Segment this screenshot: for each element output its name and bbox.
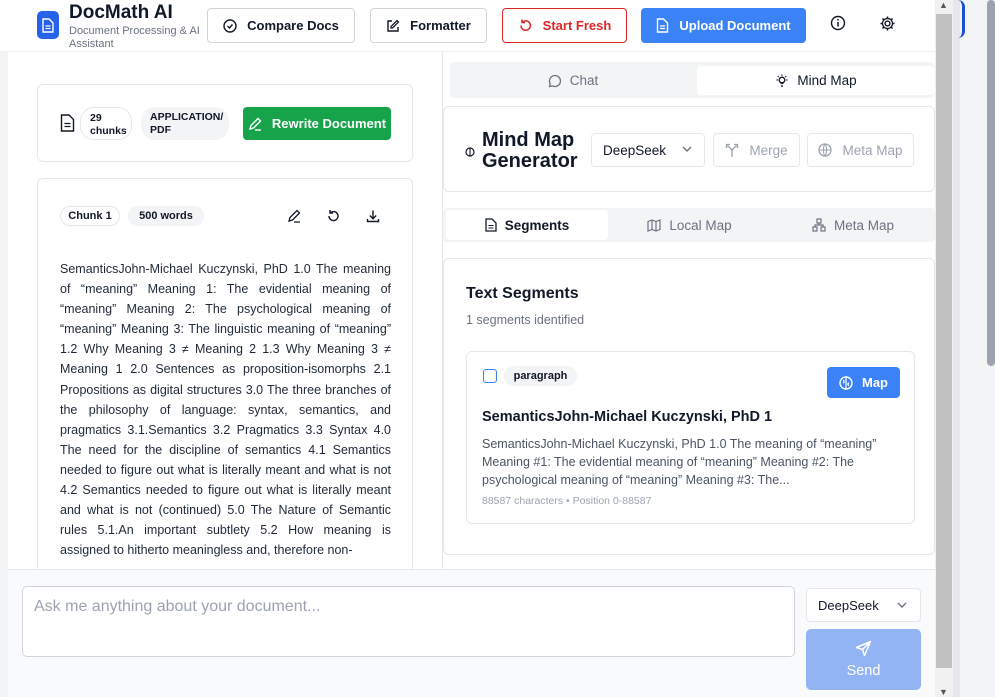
chunks-label: chunks [90,125,127,137]
app-page: DocMath AI Document Processing & AI Assi… [0,0,935,697]
meta-map-label: Meta Map [842,142,903,158]
start-fresh-button[interactable]: Start Fresh [502,8,627,43]
tab-meta-map[interactable]: Meta Map [771,210,935,240]
floating-circle-edge [958,0,965,38]
chat-model-select[interactable]: DeepSeek [806,588,921,622]
text-segments-card: Text Segments 1 segments identified para… [443,258,935,555]
segment-type-badge: paragraph [504,366,577,386]
tab-meta-map-label: Meta Map [833,217,895,233]
document-info-card: 29 chunks APPLICATION/ PDF Rewrite Docum… [37,84,413,162]
compare-docs-label: Compare Docs [247,18,339,33]
merge-label: Merge [749,142,788,158]
merge-icon [726,143,739,157]
segment-meta: 88587 characters • Position 0-88587 [482,495,652,507]
segment-map-button[interactable]: Map [827,367,900,398]
background-area [960,0,995,697]
app-header: DocMath AI Document Processing & AI Assi… [0,0,935,52]
chat-input-bar: Ask me anything about your document... D… [8,569,935,697]
segment-map-label: Map [862,375,888,390]
brain-icon [839,375,853,390]
word-count-badge: 500 words [128,206,204,226]
file-type-line1: APPLICATION/ [150,111,224,123]
segment-item: paragraph Map SemanticsJohn-Michael Kucz… [466,351,915,524]
chunk-text: SemanticsJohn-Michael Kuczynski, PhD 1.0… [60,262,391,558]
segments-count: 1 segments identified [466,313,585,327]
page-scrollbar-thumb[interactable] [936,14,952,668]
window-left-edge [0,52,8,697]
file-text-icon [60,114,75,137]
chat-input[interactable]: Ask me anything about your document... [22,586,795,657]
tab-segments-label: Segments [504,217,570,233]
info-icon[interactable] [829,14,847,32]
upload-document-button[interactable]: Upload Document [641,8,806,43]
send-button[interactable]: Send [806,629,921,690]
document-logo-icon [37,11,59,39]
scroll-down-arrow-icon[interactable]: ▼ [939,687,948,697]
tab-local-map[interactable]: Local Map [608,210,771,240]
rotate-ccw-icon [519,19,531,31]
pencil-icon [248,117,262,131]
file-type-badge: APPLICATION/ PDF [141,107,229,140]
map-icon [647,218,661,232]
mind-map-title-line2: Generator [482,150,578,172]
send-icon [855,640,872,657]
formatter-label: Formatter [410,18,471,33]
tab-mind-map-label: Mind Map [797,73,857,88]
tab-mind-map[interactable]: Mind Map [697,66,935,95]
meta-map-button[interactable]: Meta Map [807,133,914,167]
app-subtitle: Document Processing & AI Assistant [69,25,200,50]
message-circle-icon [548,74,561,87]
tab-local-map-label: Local Map [669,217,732,233]
lightbulb-icon [776,74,788,87]
mind-map-title-line1: Mind Map [482,129,575,151]
segment-name: SemanticsJohn-Michael Kuczynski, PhD 1 [482,409,773,425]
start-fresh-label: Start Fresh [542,18,612,33]
compare-docs-button[interactable]: Compare Docs [207,8,355,43]
brain-icon [465,144,475,162]
mind-map-title: Mind Map Generator [482,130,592,172]
download-icon[interactable] [365,208,381,224]
upload-document-label: Upload Document [679,18,791,33]
chunk-label-badge: Chunk 1 [60,206,120,226]
network-icon [812,218,826,232]
gear-icon[interactable] [878,14,896,32]
rewrite-document-label: Rewrite Document [271,116,387,131]
tab-chat-label: Chat [569,73,599,88]
check-circle-icon [223,18,237,33]
file-text-icon [485,218,497,232]
segment-checkbox[interactable] [483,369,497,383]
chevron-down-icon [682,146,692,152]
segment-preview: SemanticsJohn-Michael Kuczynski, PhD 1.0… [482,437,877,487]
model-select-value: DeepSeek [603,142,667,158]
model-select[interactable]: DeepSeek [591,133,705,167]
window-right-edge [953,0,960,697]
segments-title: Text Segments [466,285,579,302]
formatter-button[interactable]: Formatter [370,8,487,43]
right-panel-tabs: Chat Mind Map [450,62,935,98]
file-text-icon [657,18,669,33]
outer-scrollbar-thumb[interactable] [987,0,995,366]
app-title: DocMath AI [69,2,173,23]
chunks-count: 29 [90,112,102,124]
edit-square-icon [387,19,400,32]
chunk-card: Chunk 1 500 words SemanticsJohn-Michael … [37,178,413,598]
refresh-icon[interactable] [325,208,341,224]
chat-model-value: DeepSeek [818,597,879,613]
send-label: Send [846,663,881,679]
tab-chat[interactable]: Chat [450,66,696,95]
tab-segments[interactable]: Segments [446,210,608,240]
scroll-up-arrow-icon[interactable]: ▲ [939,0,948,10]
chevron-down-icon [897,602,907,608]
rewrite-document-button[interactable]: Rewrite Document [243,107,391,140]
merge-button[interactable]: Merge [713,133,800,167]
edit-pencil-icon[interactable] [286,208,302,224]
chunks-count-badge: 29 chunks [80,107,132,140]
mind-map-generator-card: Mind Map Generator DeepSeek Merge Meta M… [443,106,935,192]
mind-map-sub-tabs: Segments Local Map Meta Map [443,208,935,242]
file-type-line2: PDF [150,124,171,136]
globe-icon [818,143,833,157]
